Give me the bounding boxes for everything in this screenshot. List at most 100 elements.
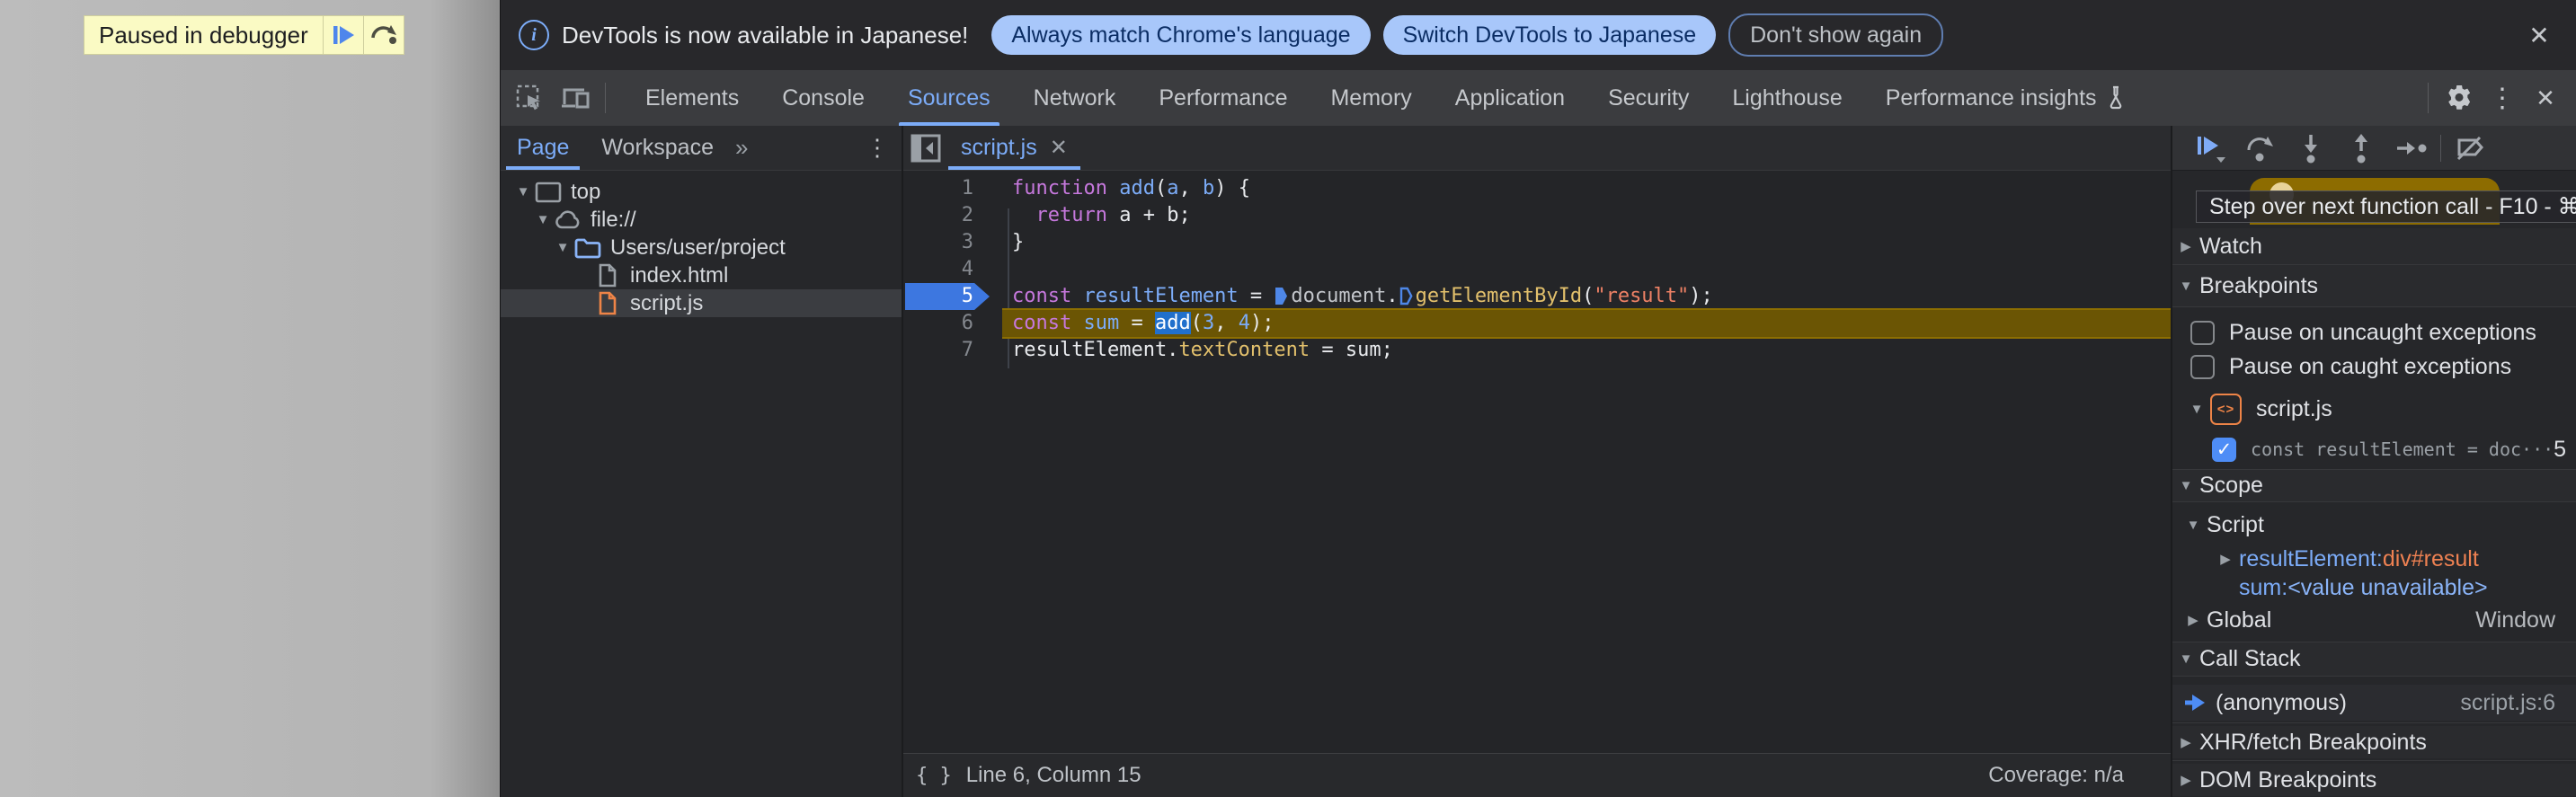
tree-item-file-[interactable]: ▼ file:// xyxy=(501,206,902,234)
line-number[interactable]: 3 xyxy=(903,229,973,256)
settings-gear-icon[interactable] xyxy=(2438,76,2481,120)
editor-tab-close-icon[interactable]: ✕ xyxy=(1050,135,1068,161)
code-line-7[interactable]: resultElement.textContent = sum; xyxy=(1012,337,1393,364)
tab-network[interactable]: Network xyxy=(1012,70,1138,126)
tab-label: Performance insights xyxy=(1885,84,2097,111)
code-line-6[interactable]: const sum = add(3, 4); xyxy=(1012,310,1274,337)
devtools-close-icon[interactable]: ✕ xyxy=(2524,76,2567,120)
scope-script-row[interactable]: ▼ Script xyxy=(2172,510,2576,539)
hide-navigator-toggle-icon[interactable] xyxy=(903,128,948,168)
step-into-button[interactable] xyxy=(2286,128,2336,168)
code-token: a xyxy=(1167,177,1179,199)
breakpoint-entry-row[interactable]: ✓ const resultElement = doc··· 5 xyxy=(2172,433,2576,465)
frame-icon xyxy=(533,182,564,203)
tab-sources[interactable]: Sources xyxy=(886,70,1012,126)
chevron-right-icon: ▶ xyxy=(2188,613,2198,628)
line-number[interactable]: 5 xyxy=(903,283,973,310)
navigator-kebab-icon[interactable]: ⋮ xyxy=(866,134,889,162)
chevron-down-icon[interactable]: ▼ xyxy=(513,184,533,199)
always-match-language-button[interactable]: Always match Chrome's language xyxy=(991,15,1371,55)
editor-tab-scriptjs[interactable]: script.js ✕ xyxy=(948,126,1080,170)
code-line-5[interactable]: const resultElement = document. getElemen… xyxy=(1012,283,1713,310)
section-divider xyxy=(2172,676,2576,677)
device-toolbar-button[interactable] xyxy=(553,77,600,119)
resume-script-button[interactable] xyxy=(2185,128,2235,168)
checkbox-unchecked[interactable] xyxy=(2190,354,2215,379)
code-token: "result" xyxy=(1594,285,1690,307)
section-call-stack[interactable]: ▼ Call Stack xyxy=(2172,642,2576,676)
section-breakpoints[interactable]: ▼ Breakpoints xyxy=(2172,265,2576,306)
scope-global-row[interactable]: ▶ Global Window xyxy=(2172,606,2576,634)
step-out-button[interactable] xyxy=(2336,128,2386,168)
call-stack-frame-row[interactable]: (anonymous) script.js:6 xyxy=(2172,685,2576,721)
code-line-3[interactable]: } xyxy=(1012,229,1024,256)
scope-sum-row[interactable]: sum: <value unavailable> xyxy=(2172,573,2576,602)
continue-to-location-marker-icon[interactable] xyxy=(1399,287,1413,306)
checkbox-checked[interactable]: ✓ xyxy=(2212,437,2236,462)
tab-label: Performance xyxy=(1159,84,1288,111)
tree-item-label: top xyxy=(571,179,601,204)
tab-lighthouse[interactable]: Lighthouse xyxy=(1710,70,1863,126)
line-number[interactable]: 6 xyxy=(903,310,973,337)
step-into-icon xyxy=(2305,134,2317,163)
tab-elements[interactable]: Elements xyxy=(624,70,760,126)
section-watch[interactable]: ▶ Watch xyxy=(2172,228,2576,264)
more-options-kebab-icon[interactable]: ⋮ xyxy=(2481,76,2524,120)
section-divider xyxy=(2172,501,2576,502)
breakpoint-group-row[interactable]: ▼ <> script.js xyxy=(2172,390,2576,428)
scope-resultelement-row[interactable]: ▶ resultElement: div#result xyxy=(2172,545,2576,573)
more-tabs-chevron-icon[interactable]: » xyxy=(735,134,748,162)
tab-security[interactable]: Security xyxy=(1586,70,1710,126)
tree-item-users-user-project[interactable]: ▼ Users/user/project xyxy=(501,234,902,261)
line-number[interactable]: 4 xyxy=(903,256,973,283)
navigator-tab-workspace[interactable]: Workspace xyxy=(585,126,730,170)
line-number[interactable]: 1 xyxy=(903,175,973,202)
dont-show-again-button[interactable]: Don't show again xyxy=(1728,13,1944,57)
section-xhr-breakpoints[interactable]: ▶ XHR/fetch Breakpoints xyxy=(2172,726,2576,758)
tab-performance[interactable]: Performance xyxy=(1137,70,1309,126)
tab-console[interactable]: Console xyxy=(760,70,886,126)
step-over-button[interactable] xyxy=(2235,128,2286,168)
deactivate-breakpoints-button[interactable] xyxy=(2445,128,2495,168)
code-editor[interactable]: 1 function add(a, b) { 2 return a + b; 3} 4 5… xyxy=(903,171,2171,753)
code-token: add xyxy=(1119,177,1155,199)
checkbox-unchecked[interactable] xyxy=(2190,320,2215,345)
chevron-down-icon[interactable]: ▼ xyxy=(533,212,553,227)
section-scope[interactable]: ▼ Scope xyxy=(2172,470,2576,501)
tab-memory[interactable]: Memory xyxy=(1309,70,1433,126)
tree-item-index-html[interactable]: index.html xyxy=(501,261,902,289)
code-token: b xyxy=(1202,177,1215,199)
inspect-element-button[interactable] xyxy=(506,77,553,119)
current-frame-arrow-icon xyxy=(2185,695,2205,711)
tree-item-script-js[interactable]: script.js xyxy=(501,289,902,317)
navigator-tab-strip: Page Workspace » ⋮ xyxy=(501,126,902,171)
code-line-1[interactable]: function add(a, b) { xyxy=(1012,175,1250,202)
chevron-down-icon[interactable]: ▼ xyxy=(553,240,573,255)
section-divider xyxy=(2172,760,2576,761)
section-dom-breakpoints[interactable]: ▶ DOM Breakpoints xyxy=(2172,764,2576,796)
resume-script-button[interactable] xyxy=(322,16,363,54)
navigator-tab-page[interactable]: Page xyxy=(501,126,585,170)
step-button[interactable] xyxy=(2386,128,2437,168)
pause-caught-row[interactable]: Pause on caught exceptions xyxy=(2172,350,2576,383)
tab-application[interactable]: Application xyxy=(1434,70,1586,126)
pretty-print-icon[interactable]: { } xyxy=(916,765,952,787)
section-divider xyxy=(2172,722,2576,723)
pause-uncaught-row[interactable]: Pause on uncaught exceptions xyxy=(2172,316,2576,349)
code-token: resultElement. xyxy=(1012,339,1179,361)
code-line-2[interactable]: return a + b; xyxy=(1012,202,1191,229)
switch-to-japanese-button[interactable]: Switch DevTools to Japanese xyxy=(1382,15,1717,55)
tab-label: Elements xyxy=(645,84,740,111)
infobar-message: DevTools is now available in Japanese! xyxy=(562,21,969,49)
tree-item-top[interactable]: ▼ top xyxy=(501,178,902,206)
infobar-close-icon[interactable]: ✕ xyxy=(2524,20,2554,50)
execution-location-marker-icon[interactable] xyxy=(1275,287,1288,306)
tab-performance-insights[interactable]: Performance insights xyxy=(1864,70,2147,126)
step-over-button[interactable] xyxy=(362,16,404,54)
line-number[interactable]: 2 xyxy=(903,202,973,229)
code-token: add xyxy=(1154,312,1191,334)
breakpoint-file-label: script.js xyxy=(2256,395,2332,421)
code-token: = xyxy=(1119,312,1155,334)
line-number[interactable]: 7 xyxy=(903,337,973,364)
